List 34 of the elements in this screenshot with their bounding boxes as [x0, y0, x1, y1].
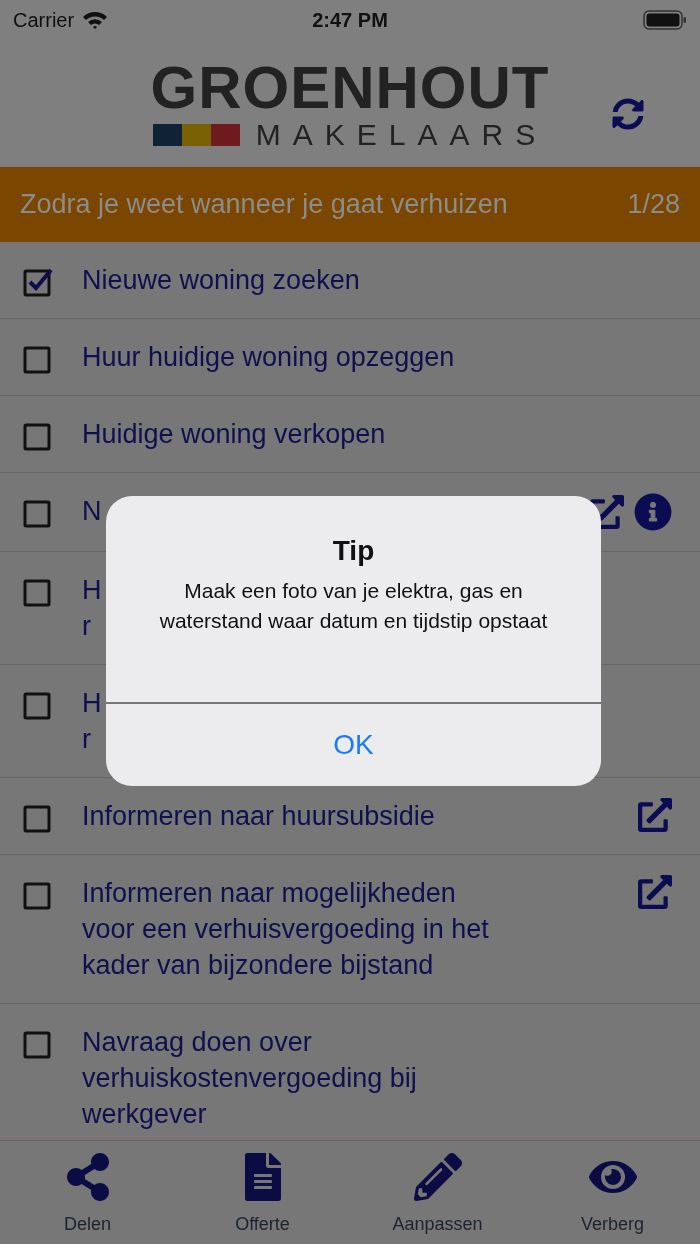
wifi-icon — [82, 10, 109, 30]
logo-color-blocks-icon — [152, 123, 240, 146]
section-count: 1/28 — [627, 188, 680, 222]
checkbox[interactable] — [23, 577, 53, 607]
info-icon[interactable] — [634, 493, 672, 531]
task-label[interactable]: Navraag doen over verhuiskostenvergoeding bij werkgever — [82, 1024, 643, 1132]
logo-subtitle: MAKELAARS — [255, 119, 548, 150]
checkbox[interactable] — [23, 344, 53, 374]
logo-title: GROENHOUT — [150, 57, 550, 118]
alert-message: Maak een foto van je elektra, gas en waterstand waar datum en tijdstip opstaat — [158, 578, 549, 634]
task-label[interactable]: Nieuwe woning zoeken — [82, 262, 643, 298]
ok-button[interactable]: OK — [106, 704, 601, 786]
refresh-icon[interactable] — [612, 98, 644, 130]
checkbox[interactable] — [23, 803, 53, 833]
carrier-label: Carrier — [13, 8, 75, 33]
checkbox[interactable] — [23, 690, 53, 720]
tab-item[interactable]: Delen — [0, 1141, 175, 1244]
section-title: Zodra je weet wanneer je gaat verhuizen — [20, 188, 508, 222]
task-label[interactable]: Informeren naar huursubsidie — [82, 798, 609, 834]
pencil-icon — [413, 1153, 462, 1201]
task-label[interactable]: Huidige woning verkopen — [82, 416, 643, 452]
checkbox[interactable] — [23, 498, 53, 528]
checkbox[interactable] — [23, 421, 53, 451]
battery-icon — [643, 10, 687, 30]
task-label[interactable]: Informeren naar mogelijkheden voor een verhuisvergoeding in het kader van bijzondere bijstand — [82, 875, 609, 983]
checkbox[interactable] — [23, 1029, 53, 1059]
tab-item[interactable]: Offerte — [175, 1141, 350, 1244]
alert-title: Tip — [332, 534, 375, 568]
tab-item[interactable]: Aanpassen — [350, 1141, 525, 1244]
checked-checkbox[interactable] — [23, 267, 53, 297]
tab-item[interactable]: Verberg — [525, 1141, 700, 1244]
checkbox[interactable] — [23, 880, 53, 910]
task-label[interactable]: Huur huidige woning opzeggen — [82, 339, 643, 375]
status-time: 2:47 PM — [311, 8, 389, 33]
